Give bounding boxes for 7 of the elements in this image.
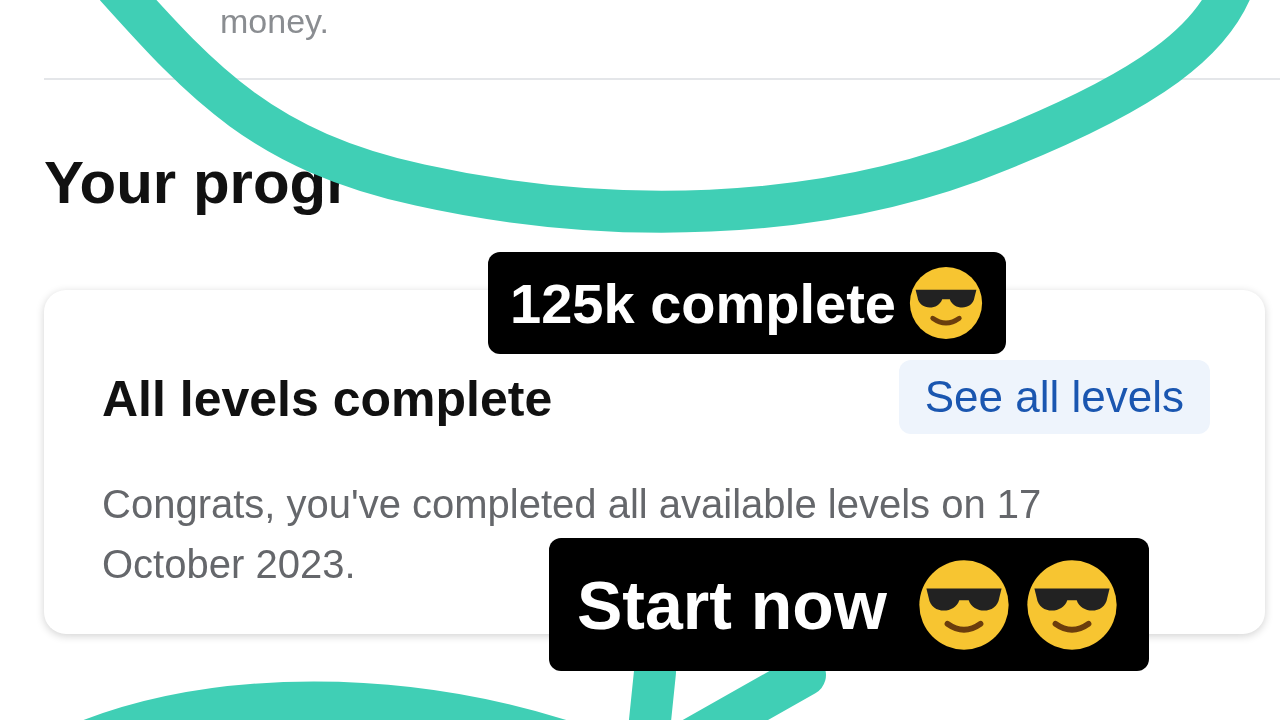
intro-text: money. <box>219 1 330 42</box>
see-all-levels-button[interactable]: See all levels <box>898 360 1210 434</box>
sunglasses-face-icon <box>1024 557 1119 652</box>
caption-text: 125k complete <box>510 270 896 336</box>
sunglasses-face-icon <box>916 557 1011 652</box>
sunglasses-face-icon <box>908 265 984 341</box>
card-title: All levels complete <box>102 370 553 428</box>
